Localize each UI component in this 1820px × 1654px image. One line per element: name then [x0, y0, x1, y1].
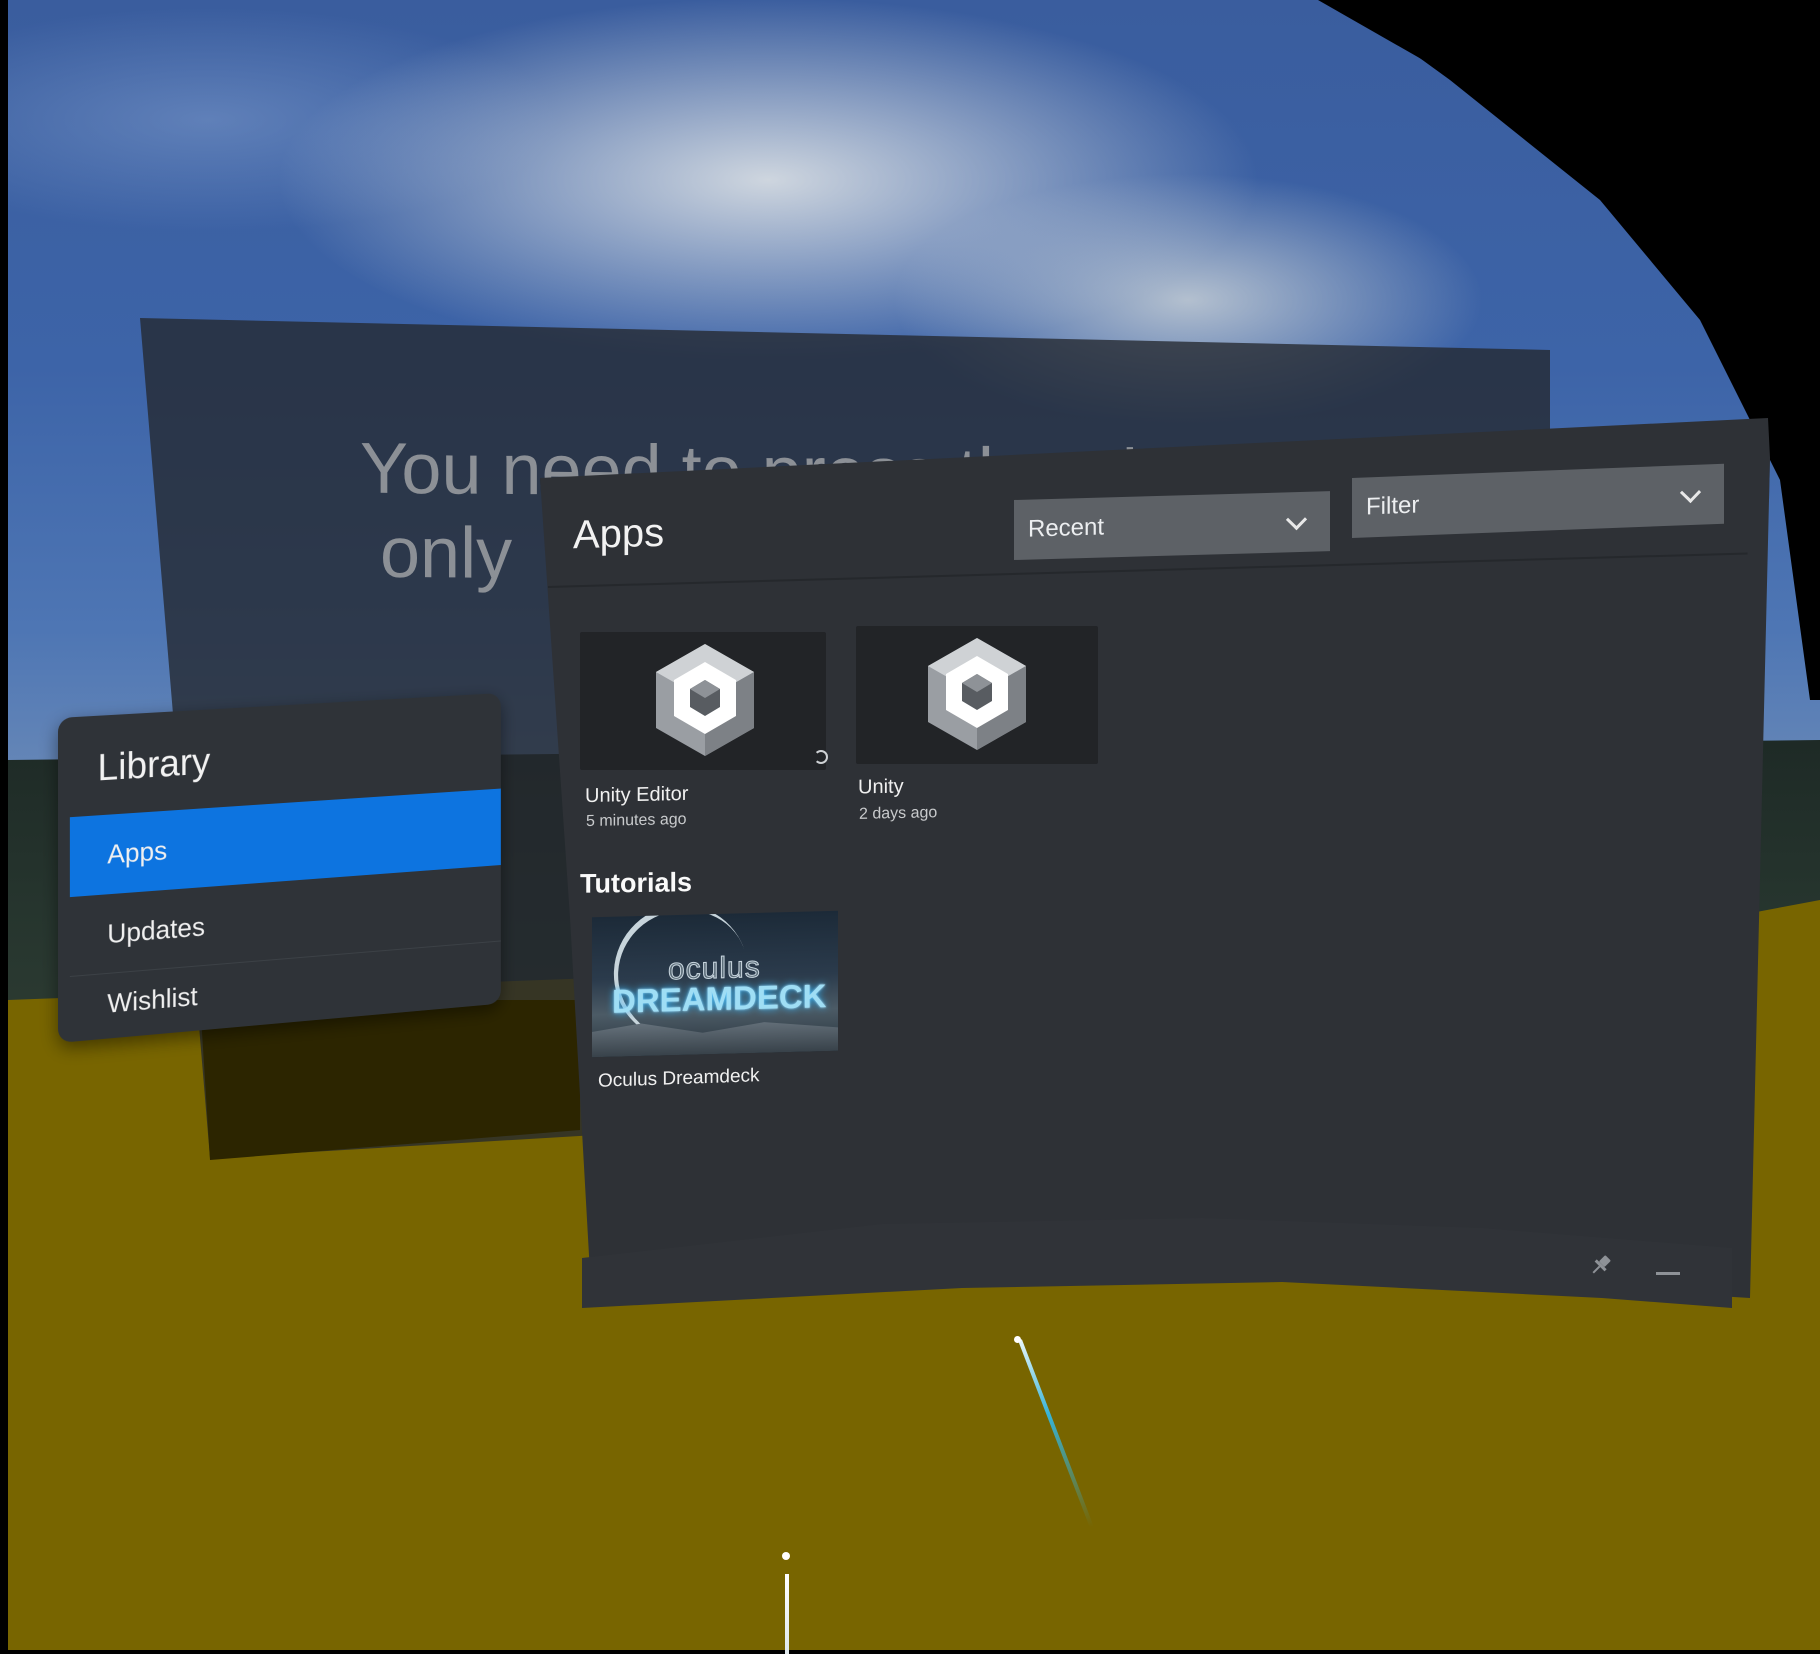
- tutorials-heading: Tutorials: [580, 867, 693, 899]
- app-tile-unity[interactable]: [856, 626, 1098, 764]
- ray-cursor-right: [1014, 1336, 1021, 1343]
- app-last-used: 2 days ago: [859, 804, 938, 823]
- sort-dropdown[interactable]: Recent: [1014, 491, 1330, 560]
- ray-cursor-left: [782, 1552, 790, 1560]
- pin-icon[interactable]: [1588, 1252, 1614, 1278]
- chevron-down-icon: [1285, 509, 1308, 531]
- unity-logo-icon: [928, 638, 1026, 750]
- apps-title: Apps: [573, 510, 665, 558]
- tutorial-tile-oculus-dreamdeck[interactable]: oculus DREAMDECK: [592, 910, 838, 1058]
- app-tile-unity-editor[interactable]: [580, 632, 828, 770]
- controller-ray-left: [785, 1574, 789, 1654]
- library-panel: Library Apps Updates Wishlist: [58, 692, 501, 1043]
- dreamdeck-art-line2: DREAMDECK: [612, 977, 827, 1020]
- app-name: Unity: [858, 775, 904, 799]
- chevron-down-icon: [1679, 481, 1702, 504]
- unity-logo-icon: [656, 644, 754, 756]
- app-last-used: 5 minutes ago: [586, 810, 687, 831]
- loading-spinner-icon: [814, 750, 828, 764]
- library-title: Library: [97, 740, 211, 790]
- filter-dropdown-value: Filter: [1366, 491, 1420, 521]
- minimize-icon[interactable]: [1656, 1272, 1680, 1275]
- app-name: Unity Editor: [585, 782, 689, 808]
- sort-dropdown-value: Recent: [1028, 513, 1105, 543]
